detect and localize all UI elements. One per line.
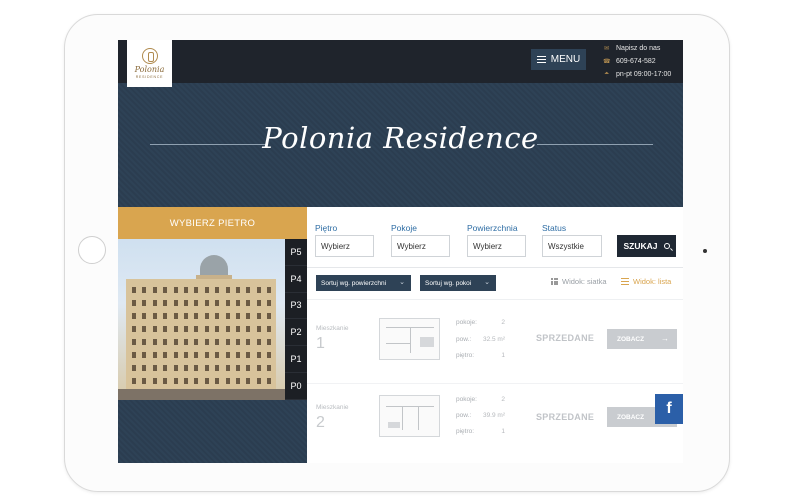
filter-rooms-label: Pokoje (391, 223, 417, 233)
phone-icon: ☎ (603, 59, 611, 65)
filter-area-label: Powierzchnia (467, 223, 518, 233)
chevron-down-icon: ⌄ (484, 279, 490, 286)
logo-emblem-icon (141, 48, 158, 64)
filter-floor-select[interactable]: Wybierz (315, 235, 374, 257)
view-apartment-button[interactable]: ZOBACZ → (607, 329, 677, 349)
search-icon (663, 243, 670, 249)
search-button[interactable]: SZUKAJ (617, 235, 676, 257)
filter-bar: Piętro Wybierz Pokoje Wybierz Powierzchn… (307, 207, 683, 267)
floor-item[interactable]: P3 (285, 293, 307, 320)
apartment-number: 1 (316, 335, 325, 352)
floor-value: 1 (501, 352, 505, 359)
filter-floor-label: Piętro (315, 223, 338, 233)
apartment-label: Mieszkanie (316, 325, 349, 332)
floor-value: 1 (501, 428, 505, 435)
listing-row: Mieszkanie 1 pokoje: 2 pow.: 32.5 m² pię… (307, 305, 683, 383)
floor-plan-thumbnail[interactable] (379, 318, 440, 360)
floor-item[interactable]: P5 (285, 239, 307, 266)
menu-label: MENU (550, 54, 581, 65)
floor-plan-thumbnail[interactable] (379, 395, 440, 437)
hero-banner: Polonia Residence (118, 83, 683, 207)
area-key: pow.: (456, 412, 472, 419)
view-grid-toggle[interactable]: Widok: siatka (551, 277, 607, 286)
chevron-down-icon: ⌄ (399, 279, 405, 286)
area-key: pow.: (456, 336, 472, 343)
filter-rooms-select[interactable]: Wybierz (391, 235, 450, 257)
listing-row: Mieszkanie 2 pokoje: 2 pow.: 39.9 m² pię… (307, 384, 683, 462)
floor-item[interactable]: P1 (285, 346, 307, 373)
rooms-key: pokoje: (456, 319, 477, 326)
building-photo[interactable] (118, 239, 285, 400)
menu-button[interactable]: MENU (531, 49, 586, 70)
floor-key: piętro: (456, 428, 475, 435)
apartment-label: Mieszkanie (316, 404, 349, 411)
bell-icon: ⏶ (604, 71, 609, 77)
status-badge: SPRZEDANE (536, 412, 595, 422)
contact-email[interactable]: ✉ Napisz do nas (603, 42, 683, 55)
hamburger-icon (536, 56, 546, 63)
logo[interactable]: Polonia RESIDENCE (127, 40, 172, 87)
area-value: 32.5 m² (482, 336, 505, 343)
contact-phone[interactable]: ☎ 609-674-582 (603, 55, 683, 68)
contact-info: ✉ Napisz do nas ☎ 609-674-582 ⏶ pn-pt 09… (603, 42, 683, 81)
home-button[interactable] (78, 236, 106, 264)
filter-status-select[interactable]: Wszystkie (542, 235, 602, 257)
list-icon (621, 278, 629, 285)
envelope-icon: ✉ (603, 46, 610, 52)
logo-text: Polonia (134, 65, 165, 74)
floor-item[interactable]: P2 (285, 319, 307, 347)
floor-list: P5 P4 P3 P2 P1 P0 (285, 239, 307, 400)
floor-selector-panel: WYBIERZ PIETRO P5 P4 P3 P2 P1 P0 (118, 207, 307, 463)
status-badge: SPRZEDANE (536, 333, 595, 343)
arrow-right-icon: → (661, 334, 669, 343)
sort-by-rooms-button[interactable]: Sortuj wg. pokoi ⌄ (420, 275, 496, 291)
grid-icon (551, 278, 558, 285)
logo-subtext: RESIDENCE (135, 75, 164, 79)
top-bar: MENU ✉ Napisz do nas ☎ 609-674-582 ⏶ pn-… (118, 40, 683, 83)
sort-by-area-button[interactable]: Sortuj wg. powierzchni ⌄ (316, 275, 411, 291)
apartment-number: 2 (316, 414, 325, 431)
floor-item[interactable]: P4 (285, 266, 307, 293)
rooms-value: 2 (501, 396, 505, 403)
camera-dot (703, 249, 707, 253)
contact-hours: ⏶ pn-pt 09:00-17:00 (604, 71, 672, 78)
area-value: 39.9 m² (482, 412, 505, 419)
rooms-key: pokoje: (456, 396, 477, 403)
divider (307, 299, 683, 300)
facebook-icon[interactable]: f (655, 394, 683, 424)
view-list-toggle[interactable]: Widok: lista (621, 277, 671, 286)
filter-area-select[interactable]: Wybierz (467, 235, 526, 257)
tablet-screen: MENU ✉ Napisz do nas ☎ 609-674-582 ⏶ pn-… (118, 40, 683, 463)
divider (307, 267, 683, 268)
floor-key: piętro: (456, 352, 475, 359)
floor-item[interactable]: P0 (285, 373, 307, 400)
floor-selector-heading: WYBIERZ PIETRO (118, 207, 307, 244)
hero-title: Polonia Residence (262, 121, 539, 155)
filter-status-label: Status (542, 223, 567, 233)
rooms-value: 2 (501, 319, 505, 326)
